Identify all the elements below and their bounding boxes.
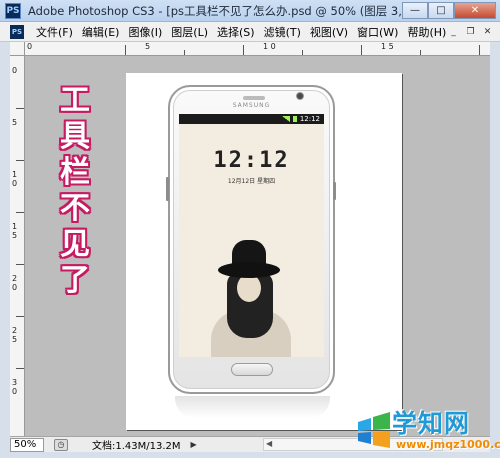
ruler-label: 2 0 — [12, 274, 18, 292]
ruler-tick — [184, 50, 185, 55]
phone-image: SAMSUNG 12:12 12:12 12月12日 星期四 — [166, 85, 336, 394]
ruler-tick — [479, 45, 480, 55]
wallpaper-hat-brim — [218, 262, 280, 278]
caption-char: 具 — [60, 119, 90, 154]
ruler-tick — [16, 316, 24, 317]
wallpaper-figure-face — [237, 274, 261, 302]
vertical-ruler[interactable]: 0 5 1 0 1 5 2 0 2 5 3 0 — [10, 56, 25, 436]
photoshop-app-icon[interactable]: PS — [5, 2, 21, 19]
window-frame-left — [0, 42, 10, 458]
phone-status-bar: 12:12 — [179, 114, 324, 124]
ruler-tick — [243, 45, 244, 55]
ruler-tick — [16, 212, 24, 213]
phone-status-time: 12:12 — [299, 115, 320, 123]
maximize-button[interactable]: □ — [428, 2, 454, 19]
title-bar: PS Adobe Photoshop CS3 - [ps工具栏不见了怎么办.ps… — [0, 0, 500, 22]
phone-home-button — [231, 363, 273, 376]
ruler-label: 1 0 — [12, 170, 18, 188]
ruler-tick — [16, 264, 24, 265]
minimize-button[interactable]: — — [402, 2, 428, 19]
ruler-label: 5 — [12, 118, 18, 127]
status-menu-arrow[interactable]: ▶ — [191, 440, 197, 449]
caption-char: 了 — [60, 263, 90, 298]
menu-filter[interactable]: 滤镜(T) — [264, 24, 301, 40]
menu-view[interactable]: 视图(V) — [310, 24, 348, 40]
watermark-text: 学知网 — [392, 409, 471, 438]
ruler-tick — [302, 50, 303, 55]
window-frame-right — [490, 42, 500, 458]
window-controls: — □ ✕ — [402, 2, 496, 19]
scroll-left-arrow[interactable]: ◀ — [266, 439, 272, 448]
phone-power-button — [333, 182, 336, 200]
status-info-icon[interactable]: ◷ — [54, 438, 68, 451]
document-window-controls: _ ❐ ✕ — [447, 25, 494, 38]
phone-screen: 12:12 12:12 12月12日 星期四 — [179, 114, 324, 357]
phone-brand: SAMSUNG — [232, 102, 271, 109]
ruler-origin[interactable] — [10, 42, 25, 56]
menu-bar: PS 文件(F) 编辑(E) 图像(I) 图层(L) 选择(S) 滤镜(T) 视… — [0, 22, 500, 42]
horizontal-ruler[interactable]: 0 5 1 0 1 5 — [25, 42, 490, 56]
document-size-info: 文档:1.43M/13.2M — [92, 441, 181, 452]
ruler-tick — [125, 45, 126, 55]
ruler-label: 2 5 — [12, 326, 18, 344]
ruler-label: 0 — [12, 66, 18, 75]
ruler-tick — [16, 108, 24, 109]
ruler-tick — [361, 45, 362, 55]
overlay-caption: 工 具 栏 不 见 了 — [55, 83, 95, 299]
menu-help[interactable]: 帮助(H) — [407, 24, 446, 40]
ruler-label: 1 0 — [263, 42, 276, 51]
close-button[interactable]: ✕ — [454, 2, 496, 19]
caption-char: 工 — [60, 83, 90, 118]
phone-camera-icon — [296, 92, 304, 100]
doc-restore-button[interactable]: ❐ — [464, 25, 477, 38]
phone-speaker — [243, 96, 265, 100]
zoom-field[interactable]: 50% — [10, 437, 44, 452]
ruler-tick — [420, 50, 421, 55]
ruler-tick — [16, 368, 24, 369]
caption-char: 不 — [60, 191, 90, 226]
caption-char: 见 — [60, 227, 90, 262]
menu-layer[interactable]: 图层(L) — [171, 24, 208, 40]
phone-volume-button — [166, 177, 169, 201]
doc-close-button[interactable]: ✕ — [481, 25, 494, 38]
ruler-label: 1 5 — [12, 222, 18, 240]
menu-window[interactable]: 窗口(W) — [357, 24, 398, 40]
ruler-label: 3 0 — [12, 378, 18, 396]
watermark-url: www.jmqz1000.com — [396, 438, 500, 451]
document-icon[interactable]: PS — [10, 24, 24, 39]
phone-reflection — [175, 396, 330, 418]
menu-file[interactable]: 文件(F) — [36, 24, 73, 40]
watermark: 学知网 www.jmqz1000.com — [352, 398, 500, 458]
battery-icon — [292, 116, 297, 122]
caption-char: 栏 — [60, 155, 90, 190]
menu-edit[interactable]: 编辑(E) — [82, 24, 120, 40]
signal-icon — [281, 116, 290, 122]
ruler-tick — [16, 160, 24, 161]
ruler-label: 5 — [145, 42, 151, 51]
ruler-label: 1 5 — [381, 42, 394, 51]
doc-minimize-button[interactable]: _ — [447, 25, 460, 38]
windows-logo-icon — [358, 412, 390, 448]
lockscreen-clock: 12:12 — [213, 148, 290, 173]
menu-image[interactable]: 图像(I) — [128, 24, 162, 40]
menu-select[interactable]: 选择(S) — [217, 24, 255, 40]
ruler-label: 0 — [27, 42, 33, 51]
canvas-area[interactable]: 工 具 栏 不 见 了 SAMSUNG 12:12 12:12 12月12日 星… — [25, 56, 490, 436]
lockscreen-date: 12月12日 星期四 — [227, 178, 276, 185]
window-title: Adobe Photoshop CS3 - [ps工具栏不见了怎么办.psd @… — [28, 3, 461, 18]
